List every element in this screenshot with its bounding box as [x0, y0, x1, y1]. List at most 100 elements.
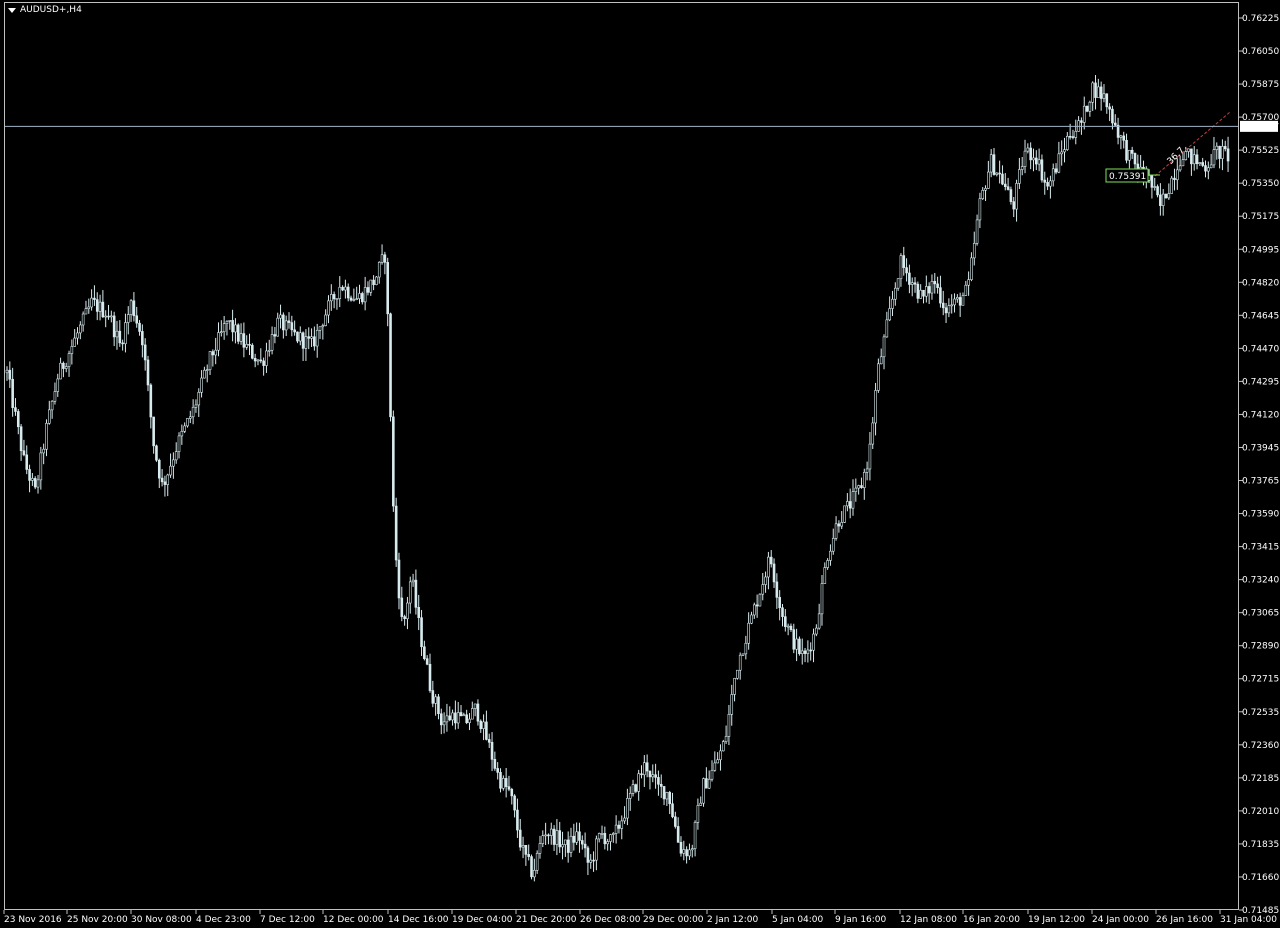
- candle-body: [8, 369, 12, 380]
- trend-line: [1154, 111, 1231, 177]
- y-tick-label: 0.76050: [1242, 47, 1279, 57]
- candle-body: [1102, 93, 1106, 99]
- candle-body: [36, 479, 40, 488]
- candle-body: [1173, 177, 1176, 181]
- candle-body: [518, 829, 522, 848]
- candle-body: [279, 314, 282, 319]
- candle-body: [530, 856, 533, 878]
- candle-body: [408, 581, 412, 604]
- y-tick-label: 0.73240: [1242, 576, 1279, 586]
- candle-body: [1164, 193, 1168, 199]
- candle-body: [129, 300, 133, 315]
- candle-body: [380, 254, 384, 263]
- chart-window[interactable]: AUDUSD+,H4 36.7 0.75391 0.76225 0.76050 0.…: [0, 0, 1280, 928]
- y-tick-label: 0.74645: [1242, 311, 1279, 321]
- candle-body: [1003, 183, 1007, 188]
- price-chart[interactable]: 36.7 0.75391 0.762250.760500.758750.7570…: [0, 0, 1280, 928]
- candle-body: [848, 501, 852, 509]
- candle-body: [595, 838, 598, 861]
- candle-body: [513, 795, 516, 811]
- candle-body: [648, 770, 652, 778]
- candle-body: [727, 713, 731, 737]
- candle-body: [707, 778, 711, 789]
- candle-body: [874, 390, 877, 424]
- y-tick-label: 0.75875: [1242, 80, 1279, 90]
- candle-body: [397, 559, 401, 599]
- candle-body: [56, 378, 60, 392]
- candle-body: [338, 286, 342, 299]
- candle-body: [516, 809, 519, 831]
- candle-body: [893, 287, 897, 300]
- candle-body: [1190, 148, 1193, 165]
- candle-body: [183, 425, 186, 432]
- candle-body: [657, 777, 660, 785]
- candle-body: [135, 315, 139, 324]
- candle-body: [815, 627, 818, 635]
- y-tick-label: 0.72185: [1242, 774, 1279, 784]
- candle-body: [829, 550, 832, 561]
- candle-body: [296, 331, 299, 342]
- candle-body: [1221, 146, 1224, 159]
- candle-body: [473, 703, 477, 709]
- candle-body: [437, 696, 440, 715]
- candle-body: [14, 407, 17, 412]
- candle-body: [341, 286, 344, 291]
- candle-body: [1037, 159, 1041, 165]
- x-tick-label: 12 Jan 08:00: [900, 915, 957, 925]
- y-tick-label: 0.72890: [1242, 642, 1279, 652]
- candle-body: [637, 773, 640, 792]
- candle-body: [896, 278, 900, 289]
- candle-body: [736, 669, 739, 679]
- candle-body: [394, 505, 398, 561]
- y-tick-label: 0.73765: [1242, 477, 1279, 487]
- candle-body: [112, 315, 116, 338]
- x-tick-label: 7 Dec 12:00: [260, 915, 315, 925]
- candle-body: [521, 845, 525, 848]
- candle-body: [236, 324, 240, 342]
- candle-body: [95, 299, 99, 312]
- candle-body: [1108, 106, 1111, 110]
- candle-body: [611, 833, 615, 835]
- candle-body: [84, 308, 88, 315]
- candle-body: [1130, 149, 1134, 154]
- candle-body: [231, 320, 234, 333]
- candle-body: [318, 326, 322, 331]
- candle-body: [1020, 166, 1024, 170]
- time-axis: 23 Nov 2016 25 Nov 20:00 30 Nov 08:00 4 Dec…: [3, 910, 1277, 925]
- candle-body: [445, 715, 449, 723]
- candle-body: [699, 802, 703, 806]
- candle-body: [1125, 140, 1128, 161]
- candle-body: [228, 320, 232, 322]
- candle-body: [273, 334, 277, 337]
- candle-body: [936, 283, 939, 288]
- candle-body: [947, 305, 951, 314]
- y-tick-label: 0.72535: [1242, 708, 1279, 718]
- candle-body: [166, 474, 170, 485]
- candle-body: [583, 843, 587, 849]
- candle-body: [214, 349, 217, 356]
- x-tick-label: 25 Nov 20:00: [67, 915, 128, 925]
- candle-body: [992, 154, 996, 175]
- y-tick-label: 0.72360: [1242, 741, 1279, 751]
- candle-body: [724, 736, 728, 742]
- candle-body: [256, 359, 260, 362]
- candle-body: [389, 313, 392, 418]
- candle-body: [541, 835, 545, 844]
- candle-body: [76, 332, 79, 339]
- candle-body: [499, 772, 502, 789]
- candle-body: [104, 315, 107, 318]
- candle-body: [64, 366, 68, 369]
- candle-body: [81, 313, 85, 326]
- candle-body: [620, 820, 624, 829]
- candle-body: [685, 849, 688, 857]
- candle-body: [423, 646, 426, 659]
- candle-body: [363, 287, 367, 303]
- candle-body: [1035, 157, 1038, 165]
- y-tick-label: 0.75525: [1242, 146, 1279, 156]
- candle-body: [651, 774, 655, 778]
- candle-body: [860, 485, 863, 488]
- trend-line-object[interactable]: 36.7: [1154, 111, 1231, 177]
- candle-body: [933, 280, 937, 285]
- candle-body: [772, 563, 776, 583]
- candle-body: [659, 783, 663, 787]
